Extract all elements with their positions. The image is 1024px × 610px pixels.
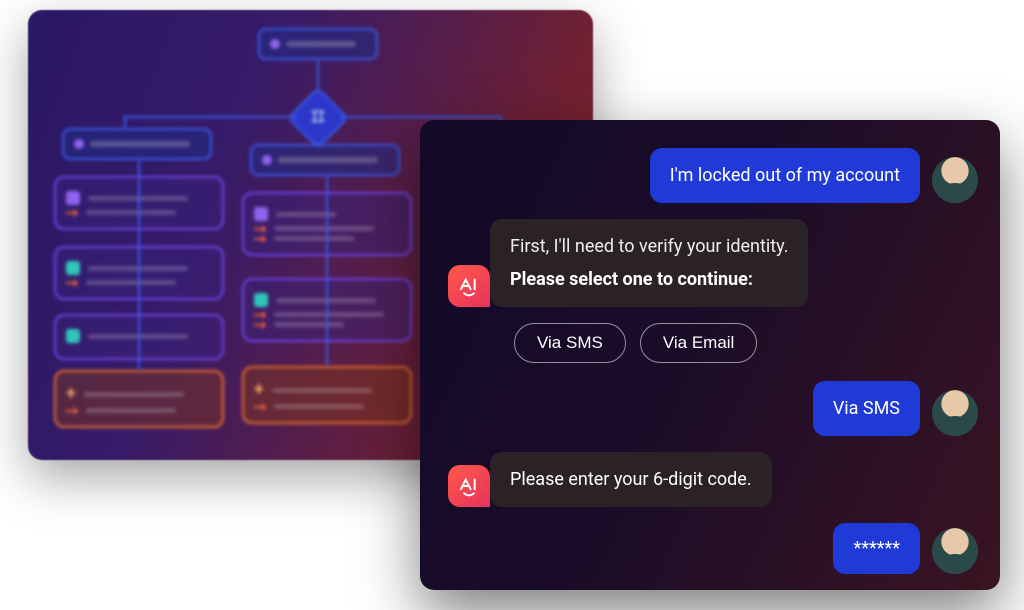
user-message-text: ****** — [853, 538, 900, 559]
user-bubble: I'm locked out of my account — [650, 148, 920, 203]
flow-card — [54, 176, 224, 230]
verification-options: Via SMS Via Email — [514, 323, 978, 363]
chat-message-user: ****** — [490, 523, 978, 574]
chat-panel: I'm locked out of my account First, I'll… — [420, 120, 1000, 590]
user-bubble: ****** — [833, 523, 920, 574]
option-email-button[interactable]: Via Email — [640, 323, 758, 363]
ai-logo-icon — [448, 465, 490, 507]
bot-message-line: Please select one to continue: — [510, 266, 788, 293]
flow-card: + — [242, 366, 412, 424]
user-message-text: Via SMS — [833, 398, 900, 419]
flow-node — [62, 128, 212, 160]
user-avatar-icon — [932, 528, 978, 574]
bot-message-text: Please enter your 6-digit code. — [510, 469, 752, 490]
chat-message-bot: First, I'll need to verify your identity… — [490, 219, 978, 307]
bot-bubble: Please enter your 6-digit code. — [490, 452, 772, 507]
flow-node — [250, 144, 400, 176]
chat-message-user: I'm locked out of my account — [490, 148, 978, 203]
flow-card — [242, 278, 412, 342]
chat-message-bot: Please enter your 6-digit code. — [490, 452, 978, 507]
user-message-text: I'm locked out of my account — [670, 165, 900, 186]
flow-card — [242, 192, 412, 256]
flow-card: + — [54, 370, 224, 428]
flow-node — [258, 28, 378, 60]
bot-bubble: First, I'll need to verify your identity… — [490, 219, 808, 307]
ai-logo-icon — [448, 265, 490, 307]
flow-decision-node — [296, 96, 340, 140]
bot-message-line: First, I'll need to verify your identity… — [510, 233, 788, 260]
user-avatar-icon — [932, 390, 978, 436]
chat-message-user: Via SMS — [490, 381, 978, 436]
option-sms-button[interactable]: Via SMS — [514, 323, 626, 363]
user-bubble: Via SMS — [813, 381, 920, 436]
flow-card — [54, 246, 224, 300]
flow-card — [54, 314, 224, 360]
user-avatar-icon — [932, 157, 978, 203]
